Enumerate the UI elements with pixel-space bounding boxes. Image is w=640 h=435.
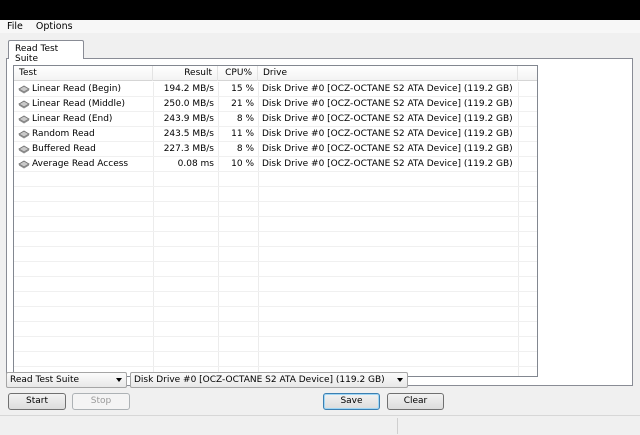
hard-disk-icon bbox=[18, 100, 30, 109]
table-row[interactable]: Linear Read (Begin) 194.2 MB/s 15 % Disk Dr… bbox=[14, 82, 537, 97]
table-row[interactable]: Random Read 243.5 MB/s 11 % Disk Drive #0 [… bbox=[14, 127, 537, 142]
chevron-down-icon bbox=[397, 378, 403, 382]
results-list[interactable]: Test Result CPU% Drive Linear Read (Begi… bbox=[13, 65, 538, 377]
column-header-result[interactable]: Result bbox=[153, 66, 218, 81]
cell-result: 250.0 MB/s bbox=[163, 99, 214, 109]
table-row[interactable]: Linear Read (End) 243.9 MB/s 8 % Disk Drive… bbox=[14, 112, 537, 127]
cell-drive: Disk Drive #0 [OCZ-OCTANE S2 ATA Device]… bbox=[262, 159, 513, 169]
hard-disk-icon bbox=[18, 85, 30, 94]
stop-button[interactable]: Stop bbox=[72, 393, 130, 410]
cell-drive: Disk Drive #0 [OCZ-OCTANE S2 ATA Device]… bbox=[262, 84, 513, 94]
grid-line bbox=[14, 336, 537, 337]
start-button[interactable]: Start bbox=[8, 393, 66, 410]
hard-disk-icon bbox=[18, 145, 30, 154]
cell-cpu: 8 % bbox=[236, 114, 254, 124]
grid-line bbox=[14, 366, 537, 367]
cell-test-label: Linear Read (Begin) bbox=[32, 84, 121, 94]
column-header-cpu[interactable]: CPU% bbox=[218, 66, 258, 81]
cell-test-label: Linear Read (Middle) bbox=[32, 99, 126, 109]
status-bar bbox=[0, 415, 640, 435]
cell-test-label: Linear Read (End) bbox=[32, 114, 113, 124]
cell-drive: Disk Drive #0 [OCZ-OCTANE S2 ATA Device]… bbox=[262, 99, 513, 109]
cell-test-label: Random Read bbox=[32, 129, 95, 139]
cell-test: Average Read Access bbox=[18, 157, 153, 172]
cell-result: 243.9 MB/s bbox=[163, 114, 214, 124]
cell-test: Buffered Read bbox=[18, 142, 153, 157]
column-header-filler bbox=[518, 66, 537, 81]
cell-test-label: Buffered Read bbox=[32, 144, 96, 154]
menu-bar: File Options bbox=[0, 20, 640, 33]
app-window: File Options Read Test Suite Test Result… bbox=[0, 20, 640, 435]
cell-drive: Disk Drive #0 [OCZ-OCTANE S2 ATA Device]… bbox=[262, 144, 513, 154]
list-header: Test Result CPU% Drive bbox=[14, 66, 537, 81]
cell-result: 0.08 ms bbox=[177, 159, 214, 169]
cell-cpu: 11 % bbox=[231, 129, 254, 139]
drive-select[interactable]: Disk Drive #0 [OCZ-OCTANE S2 ATA Device]… bbox=[130, 372, 408, 388]
cell-result: 194.2 MB/s bbox=[163, 84, 214, 94]
cell-test: Linear Read (Begin) bbox=[18, 82, 153, 97]
tab-panel: Test Result CPU% Drive Linear Read (Begi… bbox=[6, 58, 633, 386]
hard-disk-icon bbox=[18, 115, 30, 124]
cell-cpu: 15 % bbox=[231, 84, 254, 94]
table-row[interactable]: Buffered Read 227.3 MB/s 8 % Disk Drive #0 … bbox=[14, 142, 537, 157]
grid-line bbox=[14, 216, 537, 217]
grid-line bbox=[14, 186, 537, 187]
tab-read-test-suite[interactable]: Read Test Suite bbox=[8, 40, 84, 64]
grid-line bbox=[14, 291, 537, 292]
menu-options[interactable]: Options bbox=[29, 20, 79, 33]
cell-test-label: Average Read Access bbox=[32, 159, 129, 169]
grid-line bbox=[14, 321, 537, 322]
chevron-down-icon bbox=[116, 378, 122, 382]
column-header-drive[interactable]: Drive bbox=[258, 66, 518, 81]
cell-drive: Disk Drive #0 [OCZ-OCTANE S2 ATA Device]… bbox=[262, 129, 513, 139]
cell-result: 227.3 MB/s bbox=[163, 144, 214, 154]
grid-line bbox=[14, 246, 537, 247]
cell-result: 243.5 MB/s bbox=[163, 129, 214, 139]
cell-cpu: 10 % bbox=[231, 159, 254, 169]
grid-line bbox=[14, 261, 537, 262]
list-body: Linear Read (Begin) 194.2 MB/s 15 % Disk Dr… bbox=[14, 82, 537, 376]
hard-disk-icon bbox=[18, 160, 30, 169]
table-row[interactable]: Average Read Access 0.08 ms 10 % Disk Drive… bbox=[14, 157, 537, 172]
drive-select-value: Disk Drive #0 [OCZ-OCTANE S2 ATA Device]… bbox=[134, 375, 385, 385]
hard-disk-icon bbox=[18, 130, 30, 139]
suite-select-value: Read Test Suite bbox=[10, 375, 80, 385]
column-header-test[interactable]: Test bbox=[14, 66, 153, 81]
grid-line bbox=[14, 201, 537, 202]
cell-cpu: 21 % bbox=[231, 99, 254, 109]
cell-test: Linear Read (End) bbox=[18, 112, 153, 127]
menu-file[interactable]: File bbox=[0, 20, 29, 33]
save-button[interactable]: Save bbox=[323, 393, 380, 410]
cell-drive: Disk Drive #0 [OCZ-OCTANE S2 ATA Device]… bbox=[262, 114, 513, 124]
clear-button[interactable]: Clear bbox=[387, 393, 444, 410]
cell-cpu: 8 % bbox=[236, 144, 254, 154]
grid-line bbox=[14, 231, 537, 232]
grid-line bbox=[14, 351, 537, 352]
cell-test: Random Read bbox=[18, 127, 153, 142]
cell-test: Linear Read (Middle) bbox=[18, 97, 153, 112]
status-separator bbox=[397, 418, 398, 434]
grid-line bbox=[14, 276, 537, 277]
table-row[interactable]: Linear Read (Middle) 250.0 MB/s 21 % Disk D… bbox=[14, 97, 537, 112]
grid-line bbox=[14, 306, 537, 307]
suite-select[interactable]: Read Test Suite bbox=[6, 372, 127, 388]
